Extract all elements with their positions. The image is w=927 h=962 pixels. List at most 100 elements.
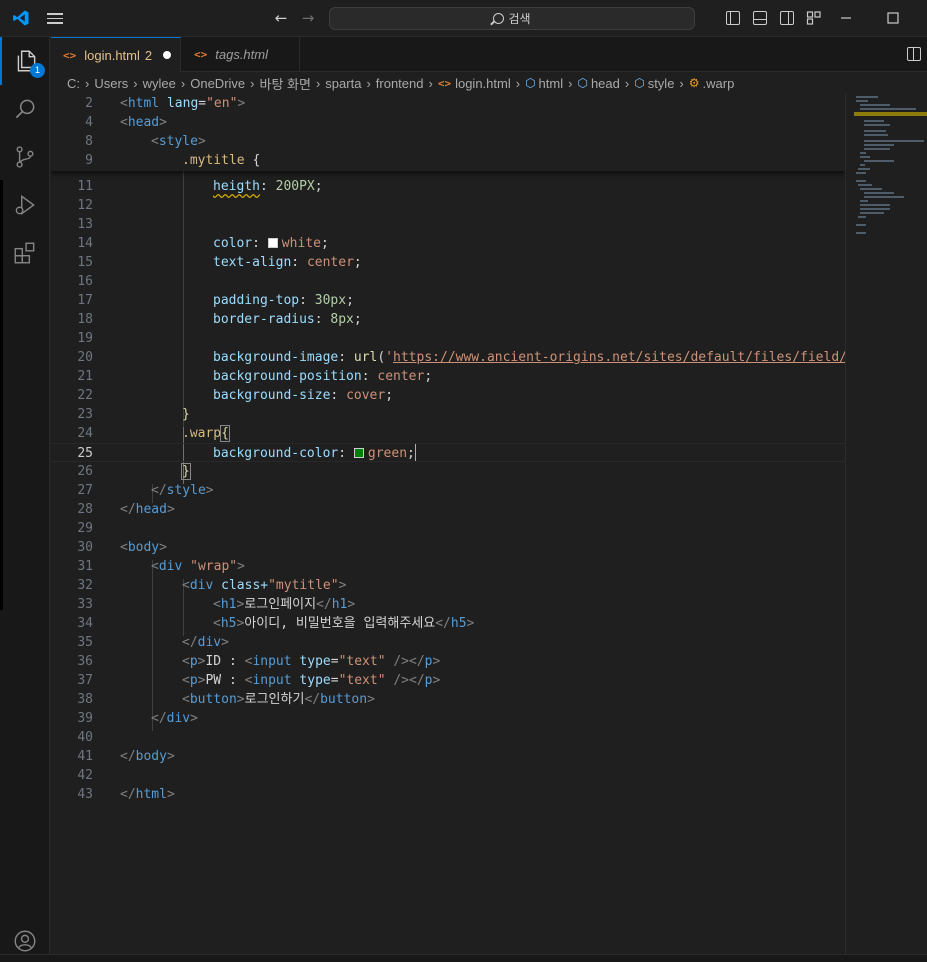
css-selector-icon: ⚙ <box>688 76 700 90</box>
chevron-right-icon: › <box>366 75 371 91</box>
code-line: <h5>아이디, 비밀번호을 입력해주세요</h5> <box>213 616 475 631</box>
source-control-icon[interactable] <box>0 133 50 181</box>
toggle-panel-icon[interactable] <box>753 11 767 25</box>
line-number: 36 <box>77 654 93 669</box>
toggle-primary-sidebar-icon[interactable] <box>726 11 740 25</box>
breadcrumb-symbol[interactable]: html <box>539 76 564 91</box>
html-file-icon: <> <box>437 76 452 90</box>
line-number: 11 <box>77 179 93 194</box>
code-line: <p>ID : <input type="text" /></p> <box>182 654 441 669</box>
line-number: 4 <box>85 115 93 130</box>
text-cursor <box>414 444 416 461</box>
breadcrumb-symbol[interactable]: .warp <box>703 76 735 91</box>
line-number: 38 <box>77 692 93 707</box>
breadcrumb-item[interactable]: OneDrive <box>190 76 245 91</box>
color-swatch-white[interactable] <box>267 238 278 248</box>
element-icon: ⬡ <box>577 76 588 90</box>
code-line: .warp{ <box>182 425 230 442</box>
unsaved-dot-icon[interactable] <box>163 51 172 59</box>
code-line: <html lang="en"> <box>120 96 246 111</box>
code-line: background-image: url('https://www.ancie… <box>213 348 845 367</box>
code-editor[interactable]: 2 <html lang="en"> 4 <head> 8 <style> 9 .myt… <box>51 94 845 954</box>
line-number: 23 <box>77 407 93 422</box>
code-line: </style> <box>151 483 214 498</box>
line-number: 22 <box>77 388 93 403</box>
run-and-debug-icon[interactable] <box>0 181 50 229</box>
code-line: </div> <box>182 635 229 650</box>
search-icon <box>493 13 505 24</box>
url-link[interactable]: https://www.ancient-origins.net/sites/de… <box>393 350 845 365</box>
line-number: 15 <box>77 255 93 270</box>
tab-label: login.html <box>84 47 140 63</box>
element-icon: ⬡ <box>525 76 536 90</box>
menu-icon[interactable] <box>47 10 65 26</box>
sticky-scroll-header: 2 <html lang="en"> 4 <head> 8 <style> 9 .myt… <box>51 94 845 171</box>
chevron-right-icon: › <box>180 75 186 91</box>
status-bar <box>0 954 927 962</box>
tab-label: tags.html <box>215 47 268 62</box>
window-edge <box>0 180 3 610</box>
line-number: 32 <box>77 578 93 593</box>
code-line: background-position: center; <box>213 369 433 384</box>
command-center-search[interactable]: 검색 <box>329 7 695 30</box>
breadcrumb-symbol[interactable]: head <box>591 76 620 91</box>
code-line: color: white; <box>213 236 329 251</box>
chevron-right-icon: › <box>624 75 630 91</box>
line-number: 26 <box>77 464 93 479</box>
breadcrumb-item[interactable]: sparta <box>325 76 361 91</box>
search-sidebar-icon[interactable] <box>0 85 50 133</box>
code-line: <style> <box>151 134 206 149</box>
chevron-right-icon: › <box>133 75 138 91</box>
forward-arrow-icon[interactable]: → <box>299 9 317 27</box>
customize-layout-icon[interactable] <box>806 10 822 26</box>
split-editor-icon[interactable] <box>907 47 921 61</box>
html-file-icon: <> <box>63 48 77 62</box>
line-number: 40 <box>77 730 93 745</box>
code-line: } <box>182 407 190 422</box>
tab-login-html[interactable]: <> login.html 2 <box>51 37 181 72</box>
breadcrumb-item[interactable]: 바탕 화면 <box>260 74 311 93</box>
line-number: 25 <box>77 446 93 461</box>
code-line: <head> <box>120 115 167 130</box>
line-number: 16 <box>77 274 93 289</box>
line-number: 8 <box>85 134 93 149</box>
tab-tags-html[interactable]: <> tags.html <box>182 37 300 72</box>
search-label: 검색 <box>508 12 531 26</box>
line-number: 18 <box>77 312 93 327</box>
breadcrumb-item[interactable]: Users <box>94 76 128 91</box>
tab-problem-count: 2 <box>144 47 153 63</box>
code-line: padding-top: 30px; <box>213 293 354 308</box>
back-arrow-icon[interactable]: ← <box>272 9 290 27</box>
breadcrumb-item[interactable]: C: <box>67 76 80 91</box>
extensions-icon[interactable] <box>0 229 50 277</box>
minimap[interactable] <box>845 94 927 954</box>
explorer-icon[interactable]: 1 <box>0 37 50 85</box>
minimize-icon[interactable] <box>838 10 854 26</box>
line-number: 33 <box>77 597 93 612</box>
code-line: .mytitle { <box>182 153 261 168</box>
toggle-secondary-sidebar-icon[interactable] <box>780 11 794 25</box>
breadcrumb-item[interactable]: frontend <box>376 76 424 91</box>
breadcrumb-item[interactable]: wylee <box>143 76 176 91</box>
chevron-right-icon: › <box>315 75 321 91</box>
code-line: <p>PW : <input type="text" /></p> <box>182 673 441 688</box>
code-line: background-color: green; <box>213 444 416 461</box>
minimap-highlight <box>854 112 927 116</box>
chevron-right-icon: › <box>428 75 433 91</box>
code-line: border-radius: 8px; <box>213 312 362 327</box>
breadcrumb-file[interactable]: login.html <box>455 76 511 91</box>
code-line: background-size: cover; <box>213 388 394 403</box>
line-number: 27 <box>77 483 93 498</box>
title-bar: ← → 검색 <box>0 0 927 37</box>
line-number: 31 <box>77 559 93 574</box>
code-line: <div "wrap"> <box>151 559 245 574</box>
line-number: 37 <box>77 673 93 688</box>
element-icon: ⬡ <box>634 76 645 90</box>
code-line: <button>로그인하기</button> <box>182 692 375 707</box>
code-line: </div> <box>151 711 198 726</box>
color-swatch-green[interactable] <box>353 448 364 458</box>
maximize-icon[interactable] <box>885 10 901 26</box>
breadcrumb-symbol[interactable]: style <box>648 76 675 91</box>
line-number: 12 <box>77 198 93 213</box>
line-number: 30 <box>77 540 93 555</box>
